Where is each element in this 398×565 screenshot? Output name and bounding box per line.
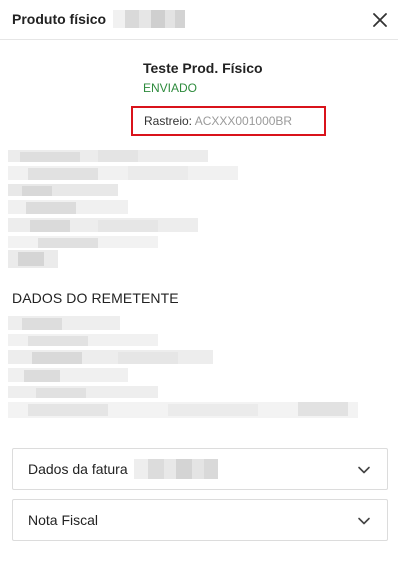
chevron-down-icon[interactable]: [357, 514, 371, 528]
close-icon: [373, 13, 387, 27]
panel-header: Produto físico: [0, 0, 398, 40]
accordion-invoice-data[interactable]: Dados da fatura: [12, 448, 388, 490]
chevron-down-icon[interactable]: [357, 463, 371, 477]
redacted-recipient-details: [8, 150, 248, 272]
shipping-status: ENVIADO: [143, 81, 198, 95]
product-name: Teste Prod. Físico: [143, 60, 263, 76]
tracking-info: Rastreio: ACXXX001000BR: [144, 114, 292, 128]
sender-section-title: DADOS DO REMETENTE: [12, 290, 179, 306]
tracking-highlight: Rastreio: ACXXX001000BR: [131, 106, 326, 136]
redacted-text: [113, 10, 185, 28]
accordion-label: Nota Fiscal: [28, 512, 99, 528]
panel-title: Produto físico: [12, 11, 107, 27]
redacted-text: [134, 459, 218, 479]
tracking-code[interactable]: ACXXX001000BR: [195, 114, 292, 128]
accordion-label: Dados da fatura: [28, 461, 128, 477]
close-button[interactable]: [368, 8, 392, 32]
accordion-nota-fiscal[interactable]: Nota Fiscal: [12, 499, 388, 541]
tracking-label: Rastreio:: [144, 114, 193, 128]
redacted-sender-details: [8, 316, 368, 426]
